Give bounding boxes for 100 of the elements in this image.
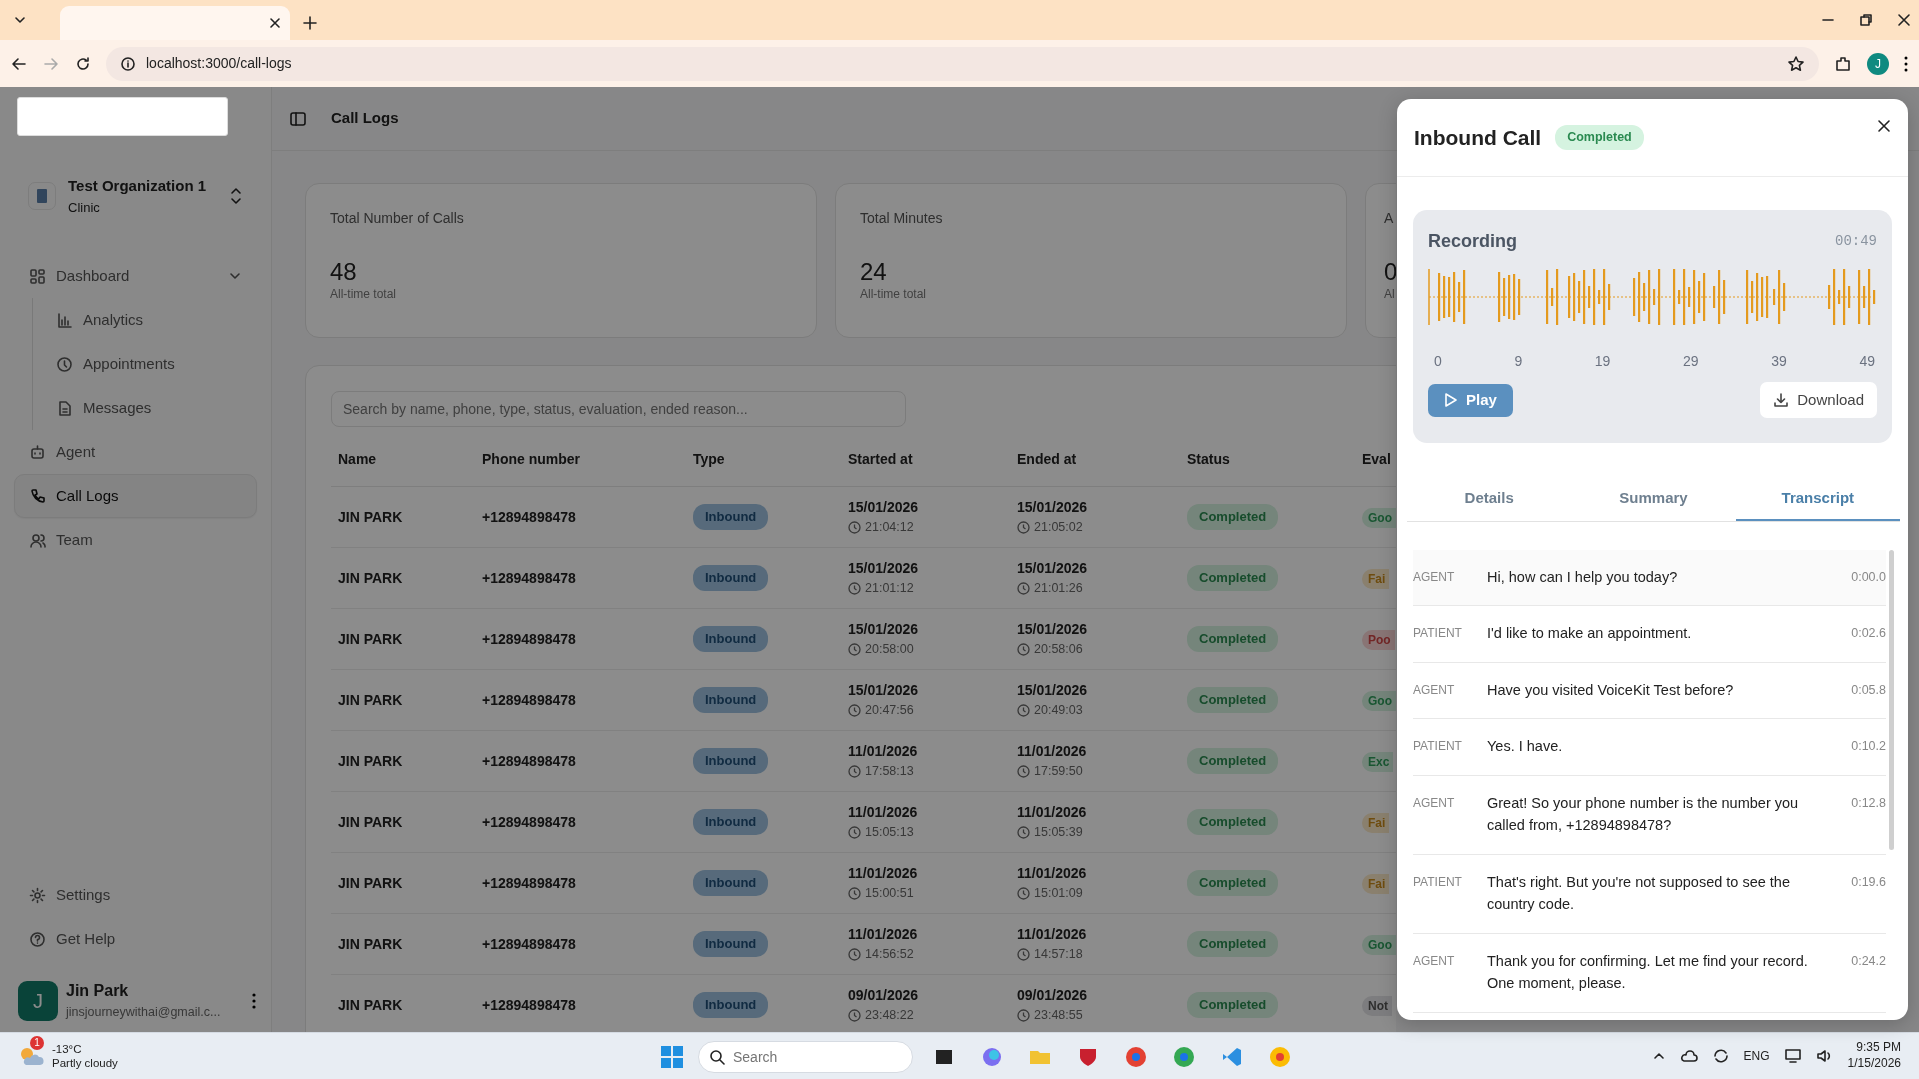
date-text: 11/01/2026: [848, 742, 919, 762]
date-text: 15/01/2026: [1017, 498, 1089, 518]
time-text: 20:58:06: [1034, 641, 1083, 659]
date-text: 15/01/2026: [848, 620, 920, 640]
download-button[interactable]: Download: [1760, 382, 1877, 418]
stat-value: 0: [1384, 259, 1396, 286]
phone-icon: [29, 487, 46, 505]
evaluation-tag: Exc: [1362, 751, 1394, 772]
new-tab-icon[interactable]: [302, 15, 318, 31]
date-text: 11/01/2026: [848, 803, 919, 823]
timestamp: 0:19.6: [1850, 873, 1886, 891]
sidebar-item[interactable]: Call Logs: [14, 474, 257, 518]
date-text: 15/01/2026: [1017, 620, 1089, 640]
evaluation-tag: Goo: [1362, 934, 1396, 955]
sidebar-item[interactable]: Settings: [14, 873, 257, 918]
time-text: 23:48:55: [1034, 1007, 1083, 1025]
sidebar-item[interactable]: Get Help: [14, 917, 257, 962]
table-cell-text: JIN PARK: [337, 812, 404, 832]
clock-date[interactable]: 1/15/2026: [1847, 1056, 1901, 1072]
clock-icon: [1017, 521, 1030, 534]
restore-icon[interactable]: [1859, 13, 1873, 27]
time-text: 15:01:09: [1034, 885, 1083, 903]
browser-icon[interactable]: [1124, 1044, 1148, 1069]
date-text: 15/01/2026: [1017, 681, 1089, 701]
status-tag: Completed: [1187, 809, 1279, 835]
browser-icon[interactable]: [1268, 1044, 1292, 1069]
type-tag: Inbound: [693, 992, 769, 1018]
more-icon[interactable]: [251, 991, 257, 1010]
cloud-icon[interactable]: [1679, 1048, 1698, 1064]
clock-icon: [1017, 582, 1030, 595]
time-text: 23:48:22: [865, 1007, 914, 1025]
close-icon[interactable]: [268, 16, 282, 30]
more-icon[interactable]: [1903, 54, 1909, 73]
type-tag: Inbound: [693, 809, 769, 835]
transcript-text: Have you visited VoiceKit Test before?: [1487, 680, 1735, 700]
language-indicator[interactable]: ENG: [1743, 1047, 1770, 1065]
browser-icon[interactable]: [1172, 1044, 1196, 1069]
date-text: 09/01/2026: [848, 986, 920, 1006]
clock-icon: [1017, 948, 1030, 961]
page-title: Call Logs: [331, 108, 399, 129]
search-icon: [709, 1048, 725, 1065]
search-field[interactable]: Search by name, phone, type, status, evaluation, ended reason...: [331, 391, 906, 427]
sync-icon[interactable]: [1711, 1048, 1730, 1064]
sidebar-item[interactable]: Agent: [14, 430, 257, 474]
start-icon[interactable]: [660, 1044, 684, 1069]
evaluation-tag: Not: [1362, 995, 1392, 1016]
status-tag: Completed: [1187, 504, 1279, 530]
sidebar-item[interactable]: Appointments: [41, 342, 257, 386]
speaker-label: PATIENT: [1413, 873, 1463, 891]
scrollbar[interactable]: [1889, 550, 1894, 850]
clock-icon: [1017, 643, 1030, 656]
clock-icon: [1017, 765, 1030, 778]
info-icon[interactable]: [120, 55, 136, 72]
url-text[interactable]: localhost:3000/call-logs: [146, 53, 292, 74]
column-header: Status: [1186, 450, 1231, 469]
axis-label: 9: [1514, 352, 1523, 371]
profile-avatar[interactable]: J: [1867, 52, 1889, 75]
table-cell-text: +12894898478: [481, 873, 577, 893]
stat-title: Total Minutes: [860, 209, 944, 228]
clock-icon: [1017, 1009, 1030, 1022]
status-tag: Completed: [1187, 931, 1279, 957]
table-cell-text: JIN PARK: [337, 629, 404, 649]
clock-icon: [848, 582, 861, 595]
date-text: 11/01/2026: [848, 864, 919, 884]
switcher-icon[interactable]: [229, 187, 243, 205]
clock-time[interactable]: 9:35 PM: [1847, 1040, 1901, 1056]
evaluation-tag: Goo: [1362, 507, 1396, 528]
stat-caption: All-time total: [330, 286, 398, 304]
tab[interactable]: Transcript: [1735, 477, 1900, 521]
search-field[interactable]: Search: [698, 1040, 913, 1073]
org-type: Clinic: [68, 198, 101, 217]
transcript-text: Great! So your phone number is the number you called from, +12894898478?: [1487, 793, 1800, 836]
evaluation-tag: Fai: [1362, 873, 1390, 894]
axis-label: 39: [1771, 352, 1787, 371]
sidebar-item[interactable]: Messages: [41, 386, 257, 430]
type-tag: Inbound: [693, 931, 769, 957]
evaluation-tag: Fai: [1362, 812, 1390, 833]
type-tag: Inbound: [693, 870, 769, 896]
tab[interactable]: Details: [1407, 477, 1572, 521]
close-icon[interactable]: [1897, 13, 1911, 27]
timestamp: 0:02.6: [1850, 625, 1886, 643]
play-button[interactable]: Play: [1428, 383, 1513, 417]
document-icon: [56, 399, 73, 417]
table-cell-text: +12894898478: [481, 690, 577, 710]
type-tag: Inbound: [693, 504, 769, 530]
timestamp: 0:05.8: [1850, 681, 1886, 699]
date-text: 15/01/2026: [848, 559, 920, 579]
sidebar-item[interactable]: Dashboard: [14, 254, 257, 298]
tab[interactable]: Summary: [1571, 477, 1736, 521]
sidebar-item[interactable]: Team: [14, 518, 257, 562]
timestamp: 0:10.2: [1850, 738, 1886, 756]
table-cell-text: +12894898478: [481, 507, 577, 527]
close-icon[interactable]: [1877, 119, 1891, 133]
reload-icon[interactable]: [74, 54, 92, 73]
status-tag: Completed: [1187, 565, 1279, 591]
sidebar-item[interactable]: Analytics: [41, 298, 257, 342]
clock-icon: [56, 355, 73, 373]
display-icon[interactable]: [1783, 1048, 1802, 1064]
sidebar-toggle-icon[interactable]: [289, 109, 307, 128]
star-icon[interactable]: [1787, 54, 1805, 73]
